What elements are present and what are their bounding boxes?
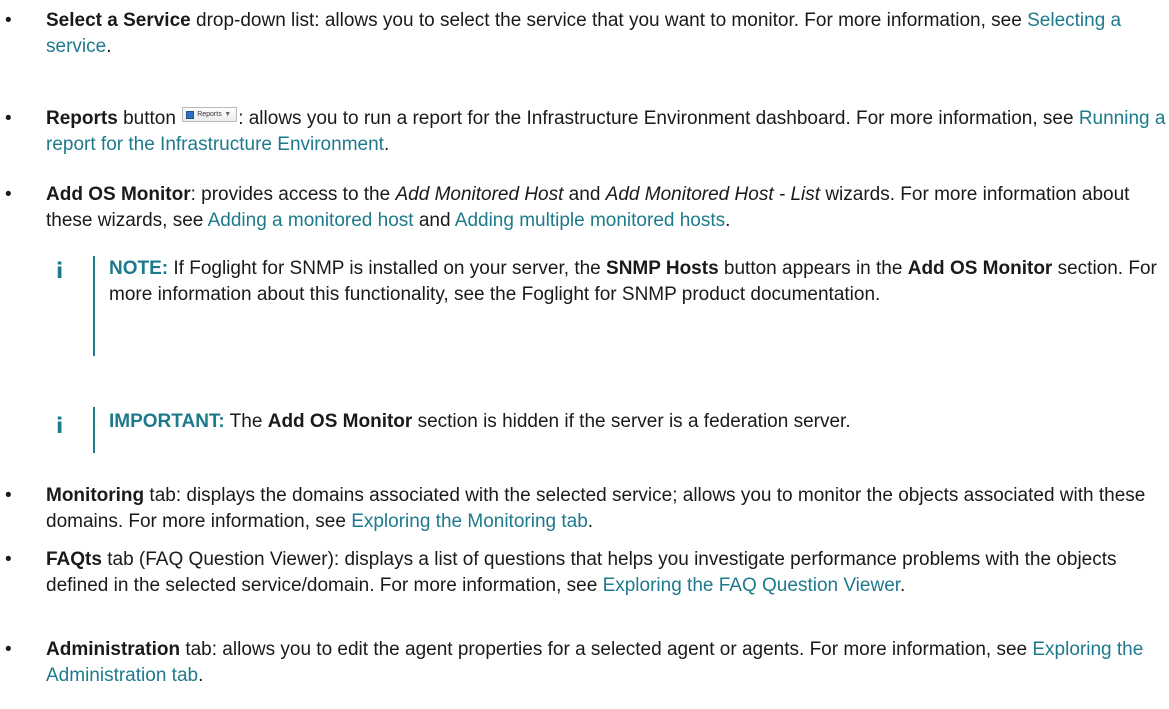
bullet: • [5, 108, 12, 129]
chevron-down-icon: ▼ [224, 111, 232, 118]
bullet: • [5, 485, 12, 506]
list-item-text: Add OS Monitor: provides access to the A… [46, 184, 1130, 231]
link-adding-multiple-monitored-hosts[interactable]: Adding multiple monitored hosts [455, 210, 725, 231]
list-item-text: FAQts tab (FAQ Question Viewer): display… [46, 549, 1117, 596]
important-text: IMPORTANT: The Add OS Monitor section is… [109, 411, 851, 432]
list-item-text: Monitoring tab: displays the domains ass… [46, 485, 1146, 532]
note-divider [93, 256, 95, 356]
list-item-text: Reports button Reports ▼: allows you to r… [46, 107, 1166, 155]
info-icon: i [56, 259, 64, 283]
important-divider [93, 407, 95, 453]
important-callout: i IMPORTANT: The Add OS Monitor section … [46, 407, 1169, 453]
term-add-os-monitor: Add OS Monitor [46, 184, 191, 205]
note-text: NOTE: If Foglight for SNMP is installed … [109, 258, 1157, 305]
term-administration: Administration [46, 639, 181, 660]
bullet: • [5, 184, 12, 205]
report-icon [186, 111, 195, 119]
info-icon: i [56, 414, 64, 438]
bullet: • [5, 549, 12, 570]
link-exploring-faq-question-viewer[interactable]: Exploring the FAQ Question Viewer [603, 575, 900, 596]
note-label: NOTE: [109, 258, 169, 279]
link-exploring-monitoring-tab[interactable]: Exploring the Monitoring tab [351, 511, 588, 532]
list-item-text: Select a Service drop-down list: allows … [46, 10, 1122, 57]
term-reports: Reports [46, 108, 118, 129]
list-item-text: Administration tab: allows you to edit t… [46, 639, 1144, 686]
note-callout: i NOTE: If Foglight for SNMP is installe… [46, 256, 1169, 356]
term-faqts: FAQts [46, 549, 102, 570]
link-adding-a-monitored-host[interactable]: Adding a monitored host [208, 210, 414, 231]
reports-button[interactable]: Reports ▼ [182, 107, 238, 122]
bullet: • [5, 10, 12, 31]
important-label: IMPORTANT: [109, 411, 225, 432]
bullet: • [5, 639, 12, 660]
reports-button-label: Reports [197, 111, 222, 118]
term-select-service: Select a Service [46, 10, 191, 31]
term-monitoring: Monitoring [46, 485, 145, 506]
